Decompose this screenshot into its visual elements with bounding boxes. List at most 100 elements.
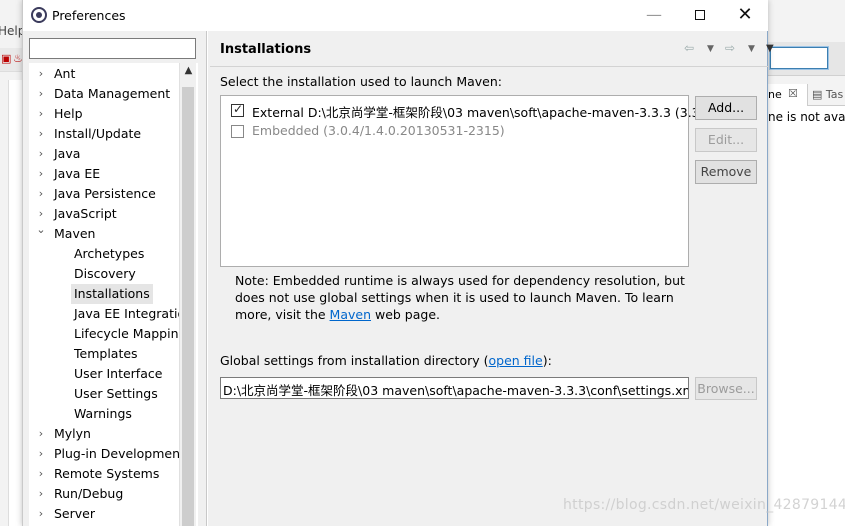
tree-item-label: Archetypes [74,246,145,261]
chevron-right-icon[interactable]: › [36,104,46,124]
back-arrow-icon[interactable]: ⇦ [684,41,694,55]
toolbar-icon[interactable]: ▣ [1,52,11,65]
note-text-end: web page. [371,307,441,322]
chevron-down-icon[interactable]: ▼ [748,44,755,54]
global-settings-label: Global settings from installation direct… [220,353,552,368]
tree-item[interactable]: Discovery [29,264,198,284]
header-divider [210,66,768,67]
background-editor-pane [8,80,22,526]
tree-item[interactable]: › Install/Update [29,124,198,144]
chevron-right-icon[interactable]: › [36,124,46,144]
browse-button[interactable]: Browse... [695,377,757,400]
maximize-icon [695,10,705,20]
tree-item[interactable]: › JavaScript [29,204,198,224]
tree-item[interactable]: Installations [29,284,198,304]
tree-item[interactable]: Templates [29,344,198,364]
tree-item-label: User Settings [74,386,158,401]
tree-item-label: JavaScript [54,206,117,221]
open-file-link[interactable]: open file [489,353,543,368]
global-label-end: ): [542,353,552,368]
tree-item-label: Ant [54,66,76,81]
quick-access-input[interactable] [770,47,828,69]
remove-button[interactable]: Remove [695,160,757,184]
tree-item-label: Discovery [74,266,136,281]
tree-item-label: Mylyn [54,426,91,441]
tree-item-label: Server [54,506,95,521]
preference-tree: › Ant › Data Management › Help › Install/Update… [29,63,198,526]
global-settings-field[interactable]: D:\北京尚学堂-框架阶段\03 maven\soft\apache-maven… [220,377,689,399]
minimize-button[interactable]: — [631,0,677,31]
tree-item[interactable]: › Server [29,504,198,524]
tree-item-label: Help [54,106,83,121]
chevron-down-icon[interactable]: ▼ [707,44,714,54]
chevron-right-icon[interactable]: › [36,424,46,444]
close-icon[interactable]: ☒ [788,87,798,100]
tree-item[interactable]: › Java EE [29,164,198,184]
tree-item-label: Templates [74,346,138,361]
tree-scrollbar[interactable]: ▲ [179,63,196,526]
maximize-button[interactable] [677,0,723,31]
view-tab[interactable]: ne ☒ [768,84,808,106]
tree-item-label: Plug-in Development [54,446,185,461]
watermark: https://blog.csdn.net/weixin_42879144 [563,497,845,513]
chevron-right-icon[interactable]: › [36,444,46,464]
edit-button[interactable]: Edit... [695,128,757,152]
chevron-right-icon[interactable]: › [36,164,46,184]
tree-item-label: Installations [71,284,153,304]
scroll-up-arrow-icon[interactable]: ▲ [182,65,195,76]
chevron-right-icon[interactable]: › [36,184,46,204]
page-header: Installations ⇦ ▼ ⇨ ▼ ▼ [210,34,774,66]
installation-checkbox[interactable] [231,102,244,117]
tree-item-label: Run/Debug [54,486,124,501]
tree-item-label: Java Persistence [54,186,156,201]
chevron-right-icon[interactable]: › [36,144,46,164]
chevron-right-icon[interactable]: › [36,504,46,524]
dialog-title: Preferences [52,8,126,23]
chevron-right-icon[interactable]: › [36,464,46,484]
tree-item[interactable]: › Mylyn [29,424,198,444]
tree-item-label: Java EE [54,166,101,181]
tree-item[interactable]: › Remote Systems [29,464,198,484]
installation-label: Embedded (3.0.4/1.4.0.20130531-2315) [252,123,505,138]
preferences-dialog: Preferences — ✕ › Ant › Data Management › Hel… [22,0,774,526]
chevron-right-icon[interactable]: › [36,64,46,84]
installation-checkbox[interactable] [231,125,244,138]
scrollbar-thumb[interactable] [182,87,194,526]
tree-item[interactable]: Archetypes [29,244,198,264]
close-button[interactable]: ✕ [722,0,768,31]
tree-item[interactable]: › Data Management [29,84,198,104]
tree-item[interactable]: ⌄ Maven [29,223,198,244]
chevron-right-icon[interactable]: › [36,84,46,104]
tree-item-label: Remote Systems [54,466,160,481]
tree-item[interactable]: › Help [29,104,198,124]
tree-item[interactable]: › Ant [29,64,198,84]
chevron-down-icon[interactable]: ⌄ [36,220,46,240]
tree-item[interactable]: Warnings [29,404,198,424]
title-bar[interactable]: Preferences — ✕ [23,0,768,31]
tree-item[interactable]: Lifecycle Mappings [29,324,198,344]
tree-item[interactable]: User Interface [29,364,198,384]
installations-lead-text: Select the installation used to launch M… [220,74,502,89]
maven-link[interactable]: Maven [330,307,371,322]
add-button[interactable]: Add... [695,96,757,120]
background-workbench-left: Help ▣ ♨ [0,0,25,526]
tree-item[interactable]: › Run/Debug [29,484,198,504]
filter-input[interactable] [29,38,196,59]
tasks-icon: ▤ [812,88,823,101]
tree-item[interactable]: Java EE Integration [29,304,198,324]
tree-item[interactable]: › Plug-in Development [29,444,198,464]
tree-item-label: Java EE Integration [74,306,194,321]
view-menu-icon[interactable]: ▼ [766,43,774,54]
tree-item-label: Maven [54,226,96,241]
forward-arrow-icon[interactable]: ⇨ [725,41,735,55]
tree-item[interactable]: › Java [29,144,198,164]
view-tab-tasks[interactable]: ▤ Tas [812,88,843,101]
pane-separator[interactable] [206,31,208,526]
tree-item[interactable]: User Settings [29,384,198,404]
tree-item[interactable]: › Java Persistence [29,184,198,204]
chevron-right-icon[interactable]: › [36,484,46,504]
tree-item-label: Lifecycle Mappings [74,326,193,341]
installations-list[interactable]: External D:\北京尚学堂-框架阶段\03 maven\soft\apa… [220,95,716,267]
background-toolbar: ▣ ♨ [0,48,23,72]
view-message: ne is not avail [768,110,845,124]
